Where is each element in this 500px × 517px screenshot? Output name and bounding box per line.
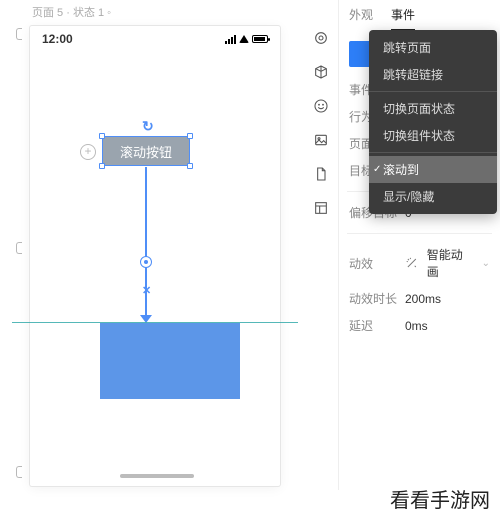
menu-item[interactable]: 显示/隐藏 bbox=[369, 183, 497, 210]
scroll-button-label: 滚动按钮 bbox=[120, 142, 172, 161]
label-duration: 动效时长 bbox=[349, 290, 397, 307]
tab-events[interactable]: 事件 bbox=[391, 6, 415, 31]
watermark-text: 看看手游网 bbox=[390, 484, 490, 513]
behavior-dropdown-menu: 跳转页面跳转超链接切换页面状态切换组件状态滚动到显示/隐藏 bbox=[369, 30, 497, 214]
selection-handle[interactable] bbox=[99, 163, 105, 169]
value-delay[interactable]: 0ms bbox=[405, 319, 428, 333]
selection-handle[interactable] bbox=[99, 133, 105, 139]
divider bbox=[347, 233, 492, 234]
menu-divider bbox=[369, 91, 497, 92]
gutter-mark bbox=[16, 242, 22, 254]
gutter-mark bbox=[16, 28, 22, 40]
canvas-gutter bbox=[0, 0, 28, 490]
page-icon[interactable] bbox=[311, 164, 331, 184]
interaction-link-node[interactable] bbox=[140, 256, 152, 268]
menu-item[interactable]: 跳转超链接 bbox=[369, 61, 497, 88]
selection-handle[interactable] bbox=[187, 163, 193, 169]
smile-icon[interactable] bbox=[311, 96, 331, 116]
chevron-down-icon[interactable]: ⌄ bbox=[482, 258, 490, 269]
refresh-icon: ↻ bbox=[142, 118, 154, 135]
phone-frame: 12:00 ↻ + 滚动按钮 bbox=[30, 26, 280, 486]
menu-divider bbox=[369, 152, 497, 153]
interaction-delete-icon[interactable]: ✕ bbox=[142, 284, 151, 297]
home-indicator bbox=[120, 474, 194, 478]
value-effect[interactable]: 智能动画 bbox=[427, 246, 474, 280]
menu-item[interactable]: 切换组件状态 bbox=[369, 122, 497, 149]
status-time: 12:00 bbox=[42, 32, 73, 46]
breadcrumb[interactable]: 页面 5 · 状态 1 ◦ bbox=[28, 0, 300, 26]
signal-icon bbox=[225, 35, 236, 44]
selection-handle[interactable] bbox=[187, 133, 193, 139]
add-interaction-icon[interactable]: + bbox=[80, 144, 96, 160]
cube-icon[interactable] bbox=[311, 62, 331, 82]
label-delay: 延迟 bbox=[349, 317, 397, 334]
battery-icon bbox=[252, 35, 268, 43]
tab-appearance[interactable]: 外观 bbox=[349, 6, 373, 31]
image-icon[interactable] bbox=[311, 130, 331, 150]
layout-icon[interactable] bbox=[311, 198, 331, 218]
menu-item[interactable]: 切换页面状态 bbox=[369, 95, 497, 122]
menu-item[interactable]: 跳转页面 bbox=[369, 34, 497, 61]
target-icon[interactable] bbox=[311, 28, 331, 48]
label-effect: 动效 bbox=[349, 255, 397, 272]
wifi-icon bbox=[239, 35, 249, 43]
magic-icon bbox=[405, 256, 419, 270]
gutter-mark bbox=[16, 466, 22, 478]
inspector-panel: 外观 事件 添加事件 事件 单击 ⌄ 行为 页面 目标元素 矩形 2 ⌄ bbox=[338, 0, 500, 490]
vertical-toolbar bbox=[304, 0, 338, 490]
scroll-button-element[interactable]: 滚动按钮 bbox=[102, 136, 190, 166]
menu-item[interactable]: 滚动到 bbox=[369, 156, 497, 183]
value-duration[interactable]: 200ms bbox=[405, 292, 441, 306]
design-canvas[interactable]: 12:00 ↻ + 滚动按钮 bbox=[28, 26, 300, 490]
target-rectangle-element[interactable] bbox=[100, 323, 240, 399]
phone-status-bar: 12:00 bbox=[30, 26, 280, 50]
